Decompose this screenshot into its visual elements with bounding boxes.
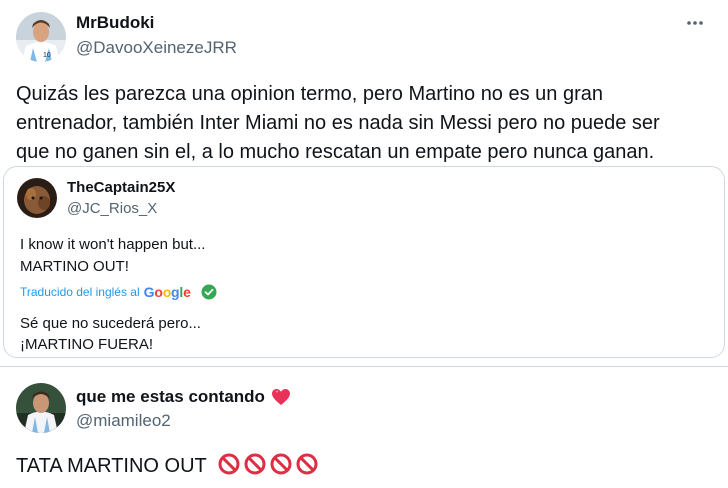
prohibited-icon [218, 453, 240, 475]
quoted-original-line-1: I know it won't happen but... [20, 236, 206, 253]
prohibited-icon [270, 453, 292, 475]
google-logo: Google [143, 284, 191, 300]
quoted-translated-line-2: ¡MARTINO FUERA! [20, 336, 154, 353]
quoted-tweet[interactable]: TheCaptain25X @JC_Rios_X I know it won't… [3, 166, 725, 358]
quoted-original-line-2: MARTINO OUT! [20, 258, 129, 275]
quoted-author-avatar[interactable] [17, 178, 57, 218]
quoted-author-name[interactable]: TheCaptain25X [67, 179, 175, 196]
tweet-text-line-3: que no ganen sin el, a lo mucho rescatan… [16, 141, 655, 163]
tweet-text-line-2: entrenador, también Inter Miami no es na… [16, 112, 660, 134]
tweet-text-line-1: Quizás les parezca una opinion termo, pe… [16, 83, 604, 105]
reply-author-name[interactable]: que me estas contando [76, 387, 291, 407]
prohibited-icon [244, 453, 266, 475]
reply-author-name-text: que me estas contando [76, 387, 265, 406]
translation-label: Traducido del inglés al [20, 285, 140, 299]
quoted-author-handle[interactable]: @JC_Rios_X [67, 200, 157, 217]
heart-icon [271, 389, 290, 405]
more-horizontal-icon [687, 21, 703, 25]
more-options-button[interactable] [682, 10, 708, 36]
quoted-translated-line-1: Sé que no sucederá pero... [20, 315, 201, 332]
reply-emojis [218, 453, 318, 475]
prohibited-icon [296, 453, 318, 475]
author-name[interactable]: MrBudoki [76, 13, 154, 33]
reply-text-content: TATA MARTINO OUT [16, 455, 207, 477]
main-tweet[interactable]: 10 MrBudoki @DavooXeinezeJRR Quizás les … [0, 0, 728, 367]
reply-tweet[interactable]: que me estas contando @miamileo2 TATA MA… [0, 367, 728, 488]
svg-text:10: 10 [43, 52, 51, 59]
author-avatar[interactable]: 10 [16, 12, 66, 62]
reply-text: TATA MARTINO OUT [16, 453, 318, 478]
reply-author-handle[interactable]: @miamileo2 [76, 411, 171, 431]
translation-attribution[interactable]: Traducido del inglés al Google [20, 284, 217, 300]
author-handle[interactable]: @DavooXeinezeJRR [76, 38, 237, 58]
verified-check-icon [201, 284, 217, 300]
reply-author-avatar[interactable] [16, 383, 66, 433]
